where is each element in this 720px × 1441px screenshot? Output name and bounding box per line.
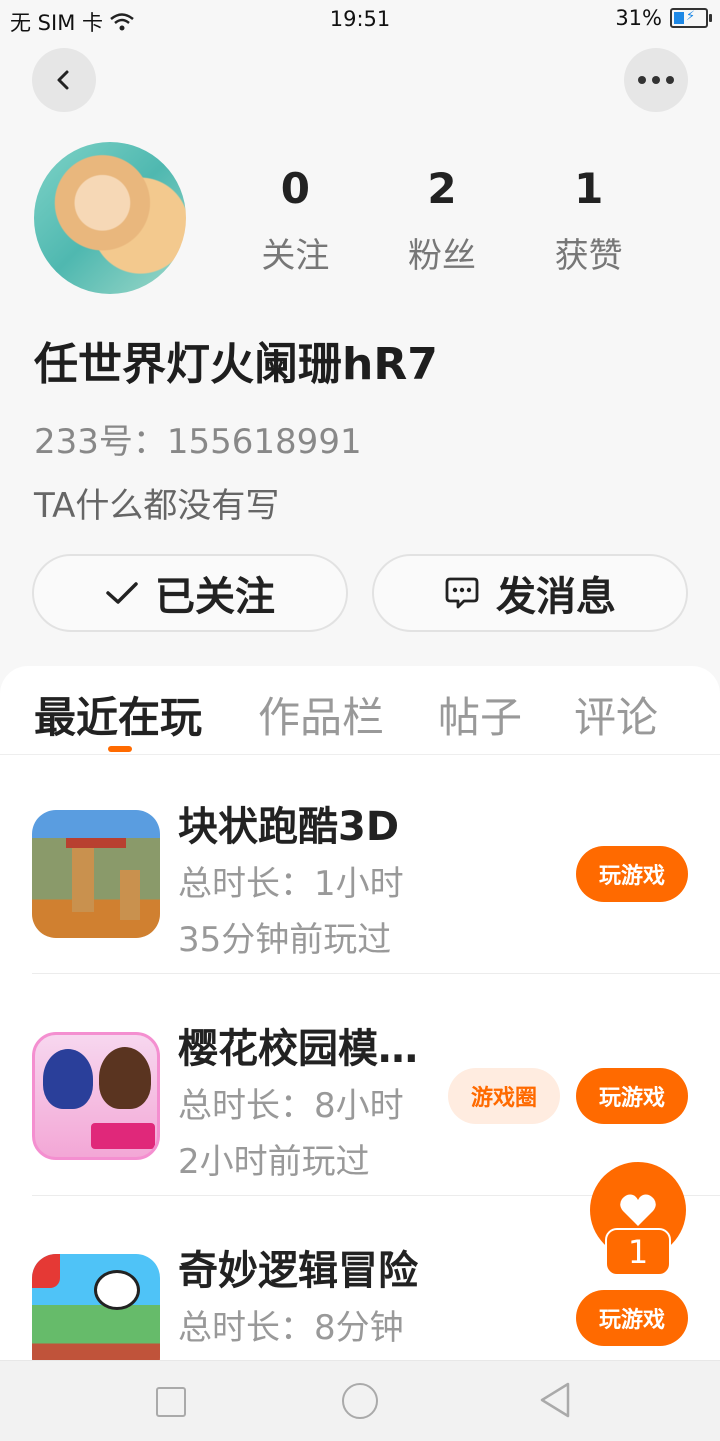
bio: TA什么都没有写 (34, 486, 280, 526)
stat-value: 2 (427, 164, 457, 213)
chevron-left-icon (57, 70, 69, 90)
tab-comments[interactable]: 评论 (574, 684, 658, 745)
send-message-button[interactable]: 发消息 (372, 554, 688, 632)
game-duration: 总时长：8小时 (178, 1086, 404, 1126)
home-icon[interactable] (342, 1383, 378, 1419)
more-dots-icon (638, 76, 674, 84)
like-count: 1 (605, 1228, 671, 1276)
back-triangle-icon[interactable] (538, 1381, 572, 1419)
check-icon (106, 582, 138, 604)
system-nav-bar (0, 1360, 720, 1441)
game-title: 奇妙逻辑冒险 (178, 1248, 418, 1294)
game-list-item[interactable]: 樱花校园模… 总时长：8小时 2小时前玩过 游戏圈 玩游戏 (0, 976, 720, 1196)
stat-value: 1 (574, 164, 604, 213)
username: 任世界灯火阑珊hR7 (34, 339, 438, 390)
stat-followers[interactable]: 2 粉丝 (369, 168, 516, 277)
tab-recently-played[interactable]: 最近在玩 (34, 684, 202, 745)
stat-label: 获赞 (554, 236, 623, 276)
stat-following[interactable]: 0 关注 (222, 168, 369, 277)
game-last-played: 35分钟前玩过 (178, 920, 392, 960)
battery-icon: ⚡ (670, 8, 712, 28)
stat-likes[interactable]: 1 获赞 (515, 168, 662, 277)
avatar[interactable] (34, 142, 186, 294)
game-list-item[interactable]: 块状跑酷3D 总时长：1小时 35分钟前玩过 玩游戏 (0, 754, 720, 974)
more-button[interactable] (624, 48, 688, 112)
game-title: 块状跑酷3D (178, 804, 400, 850)
clock: 19:51 (329, 7, 391, 31)
game-icon (32, 810, 160, 938)
play-game-button[interactable]: 玩游戏 (576, 1068, 688, 1124)
play-game-button[interactable]: 玩游戏 (576, 846, 688, 902)
game-duration: 总时长：8分钟 (178, 1308, 404, 1348)
back-button[interactable] (32, 48, 96, 112)
game-duration: 总时长：1小时 (178, 864, 404, 904)
tab-bar: 最近在玩 作品栏 帖子 评论 (0, 666, 720, 755)
divider (32, 973, 720, 974)
send-message-label: 发消息 (496, 574, 616, 620)
game-last-played: 2小时前玩过 (178, 1142, 370, 1182)
recent-apps-icon[interactable] (156, 1387, 186, 1417)
game-title: 樱花校园模… (178, 1026, 418, 1072)
profile-stats: 0 关注 2 粉丝 1 获赞 (222, 168, 662, 277)
followed-label: 已关注 (155, 574, 275, 620)
stat-label: 粉丝 (408, 236, 476, 276)
followed-button[interactable]: 已关注 (32, 554, 348, 632)
stat-label: 关注 (261, 236, 330, 276)
stat-value: 0 (280, 164, 310, 213)
tab-works[interactable]: 作品栏 (258, 684, 384, 745)
status-bar: 无 SIM 卡 19:51 31% ⚡ (0, 0, 720, 40)
chat-bubble-icon (445, 577, 479, 609)
tab-posts[interactable]: 帖子 (438, 684, 522, 745)
user-id: 233号：155618991 (34, 422, 362, 462)
battery-percent: 31% (615, 6, 662, 30)
tab-indicator (108, 746, 132, 752)
game-icon (32, 1032, 160, 1160)
heart-icon (620, 1194, 656, 1226)
play-game-button[interactable]: 玩游戏 (576, 1290, 688, 1346)
game-circle-button[interactable]: 游戏圈 (448, 1068, 560, 1124)
